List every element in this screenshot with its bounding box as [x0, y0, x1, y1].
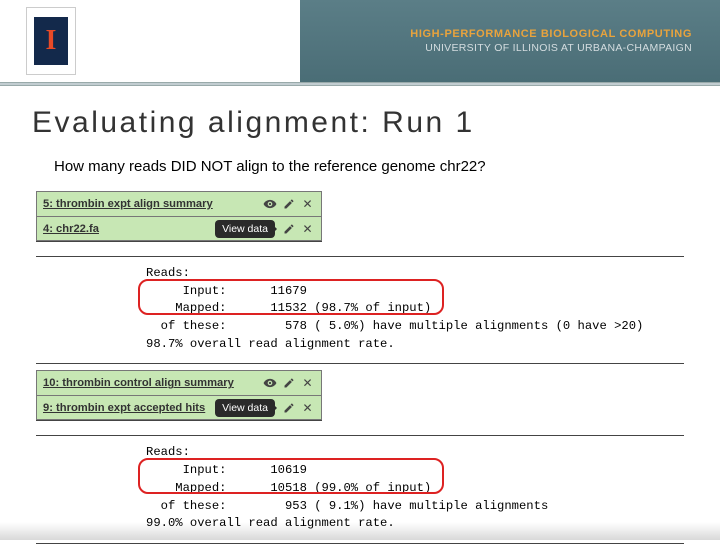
- header-text: HIGH-PERFORMANCE BIOLOGICAL COMPUTING UN…: [410, 28, 700, 54]
- close-icon[interactable]: ✕: [300, 197, 315, 212]
- history-item[interactable]: 9: thrombin expt accepted hits View data…: [36, 395, 322, 420]
- galaxy-history-items: 10: thrombin control align summary ✕ 9: …: [36, 370, 322, 421]
- panel-1: 5: thrombin expt align summary ✕ 4: chr2…: [36, 191, 684, 364]
- illinois-logo: I: [26, 7, 76, 75]
- log-line: 98.7% overall read alignment rate.: [146, 337, 395, 351]
- history-item-icons: ✕: [262, 376, 321, 391]
- view-data-tooltip: View data: [215, 399, 275, 417]
- history-item-icons: View data ✕: [215, 399, 321, 417]
- alignment-log: Reads: Input: 11679 Mapped: 11532 (98.7%…: [36, 256, 684, 364]
- bottom-shadow: [0, 522, 720, 540]
- eye-icon[interactable]: [262, 197, 277, 212]
- eye-icon[interactable]: [262, 376, 277, 391]
- pencil-icon[interactable]: [281, 400, 296, 415]
- slide-title: Evaluating alignment: Run 1: [0, 86, 720, 150]
- highlight-box: [138, 279, 444, 315]
- close-icon[interactable]: ✕: [300, 376, 315, 391]
- history-item-label: 4: chr22.fa: [37, 223, 215, 235]
- history-item-label: 5: thrombin expt align summary: [37, 198, 262, 210]
- history-item[interactable]: 10: thrombin control align summary ✕: [36, 370, 322, 395]
- history-item[interactable]: 4: chr22.fa View data ✕: [36, 216, 322, 241]
- slide-header: I HIGH-PERFORMANCE BIOLOGICAL COMPUTING …: [0, 0, 720, 82]
- history-item[interactable]: 5: thrombin expt align summary ✕: [36, 191, 322, 216]
- pencil-icon[interactable]: [281, 221, 296, 236]
- panel-2: 10: thrombin control align summary ✕ 9: …: [36, 370, 684, 543]
- header-line2: UNIVERSITY OF ILLINOIS AT URBANA-CHAMPAI…: [410, 42, 692, 54]
- history-item-icons: ✕: [262, 197, 321, 212]
- pencil-icon[interactable]: [281, 376, 296, 391]
- view-data-tooltip: View data: [215, 220, 275, 238]
- history-item-icons: View data ✕: [215, 220, 321, 238]
- close-icon[interactable]: ✕: [300, 221, 315, 236]
- log-line: of these: 953 ( 9.1%) have multiple alig…: [146, 499, 548, 513]
- logo-letter: I: [34, 17, 68, 65]
- header-line1: HIGH-PERFORMANCE BIOLOGICAL COMPUTING: [410, 28, 692, 40]
- history-item-label: 9: thrombin expt accepted hits: [37, 402, 215, 414]
- pencil-icon[interactable]: [281, 197, 296, 212]
- history-item-label: 10: thrombin control align summary: [37, 377, 262, 389]
- log-line: of these: 578 ( 5.0%) have multiple alig…: [146, 319, 643, 333]
- galaxy-history-items: 5: thrombin expt align summary ✕ 4: chr2…: [36, 191, 322, 242]
- slide-question: How many reads DID NOT align to the refe…: [0, 150, 720, 191]
- log-heading: Reads:: [146, 445, 190, 459]
- close-icon[interactable]: ✕: [300, 400, 315, 415]
- highlight-box: [138, 458, 444, 494]
- log-heading: Reads:: [146, 266, 190, 280]
